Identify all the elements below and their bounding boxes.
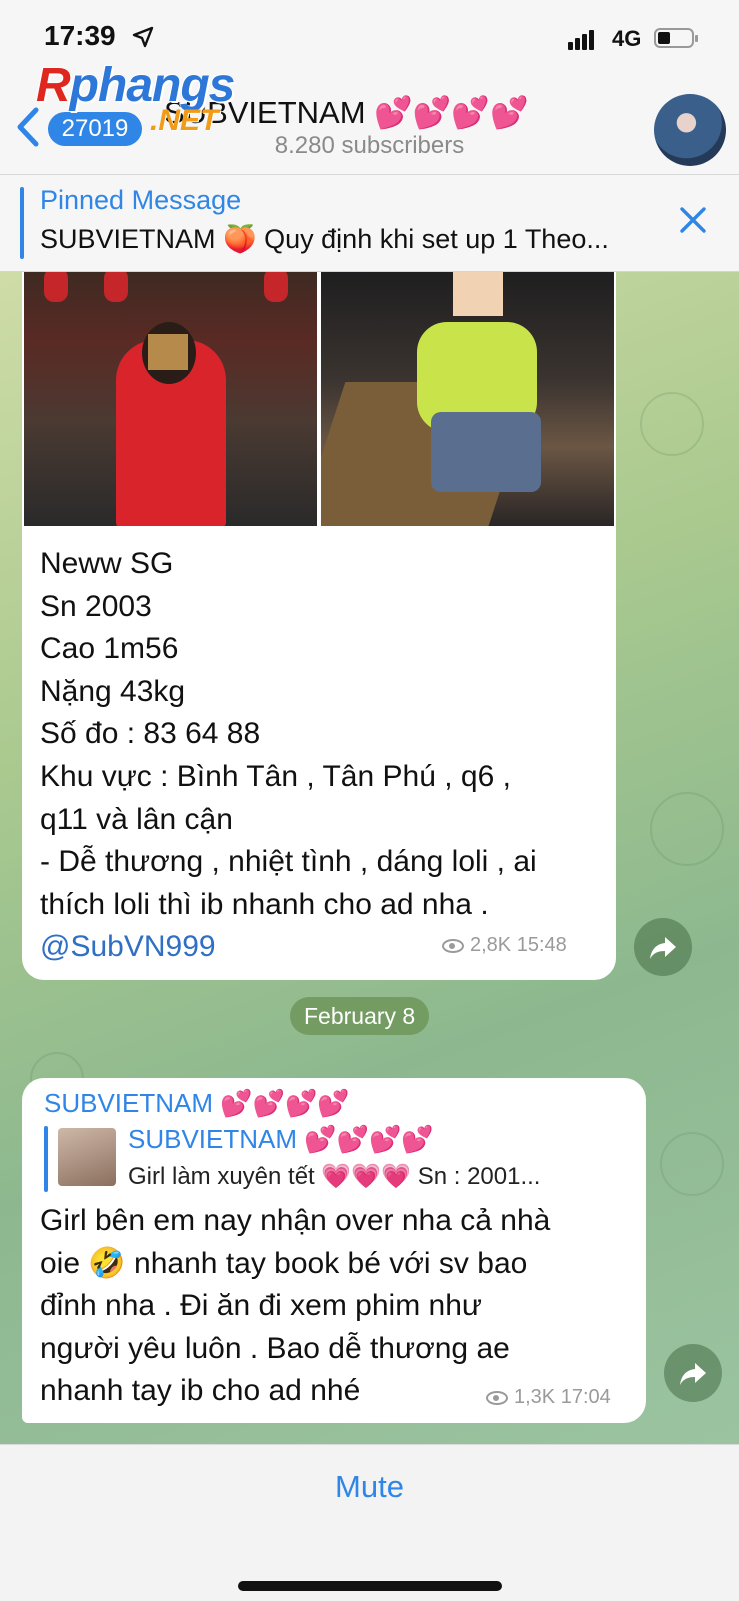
view-count: 2,8K [470, 934, 512, 956]
watermark-logo-suffix: .NET [150, 104, 219, 137]
share-button[interactable] [634, 918, 692, 976]
pinned-indicator [20, 187, 24, 259]
close-icon[interactable] [678, 205, 708, 235]
mute-button[interactable]: Mute [0, 1469, 739, 1505]
share-arrow-icon [680, 1363, 706, 1385]
pinned-title: Pinned Message [40, 185, 242, 215]
cellular-signal-icon [568, 30, 596, 50]
background-doodle [660, 1132, 724, 1196]
chat-header: 27019 SUBVIETNAM 💕💕💕💕 8.280 subscribers … [0, 59, 739, 175]
message-time: 17:04 [560, 1386, 611, 1408]
date-separator: February 8 [290, 997, 430, 1035]
channel-avatar[interactable] [654, 94, 726, 166]
home-indicator[interactable] [238, 1581, 502, 1591]
message-time: 15:48 [516, 934, 567, 956]
share-button[interactable] [664, 1344, 722, 1402]
message-text: Girl bên em nay nhận over nha cả nhà oie… [40, 1204, 551, 1408]
bottom-bar: Mute [0, 1444, 739, 1601]
reply-author[interactable]: SUBVIETNAM 💕💕💕💕 [128, 1124, 434, 1155]
reply-preview-text[interactable]: Girl làm xuyên tết 💗💗💗 Sn : 2001... [128, 1162, 638, 1191]
message-meta: 1,3K 17:04 [486, 1386, 611, 1409]
battery-icon [654, 28, 698, 48]
message-meta: 2,8K 15:48 [442, 934, 567, 957]
pinned-message-bar[interactable]: Pinned Message SUBVIETNAM 🍑 Quy định khi… [0, 175, 739, 272]
network-type: 4G [612, 26, 642, 51]
message-bubble[interactable]: SUBVIETNAM 💕💕💕💕 SUBVIETNAM 💕💕💕💕 Girl làm… [22, 1078, 646, 1423]
reply-quote-bar [44, 1126, 48, 1192]
message-bubble[interactable]: Neww SG Sn 2003 Cao 1m56 Nặng 43kg Số đo… [22, 272, 616, 980]
share-arrow-icon [650, 937, 676, 959]
message-text: Neww SG Sn 2003 Cao 1m56 Nặng 43kg Số đo… [40, 543, 537, 969]
pinned-text: SUBVIETNAM 🍑 Quy định khi set up 1 Theo.… [40, 224, 609, 254]
status-time: 17:39 [44, 20, 116, 51]
views-eye-icon [442, 939, 464, 953]
message-photo[interactable] [24, 272, 317, 526]
chat-area[interactable]: Neww SG Sn 2003 Cao 1m56 Nặng 43kg Số đo… [0, 272, 739, 1444]
view-count: 1,3K [514, 1386, 556, 1408]
views-eye-icon [486, 1391, 508, 1405]
background-doodle [650, 792, 724, 866]
background-doodle [640, 392, 704, 456]
location-arrow-icon [132, 26, 154, 48]
message-photo[interactable] [321, 272, 614, 526]
subscriber-count: 8.280 subscribers [274, 132, 465, 159]
reply-thumbnail[interactable] [58, 1128, 116, 1186]
forwarded-from-label[interactable]: SUBVIETNAM 💕💕💕💕 [44, 1088, 350, 1119]
